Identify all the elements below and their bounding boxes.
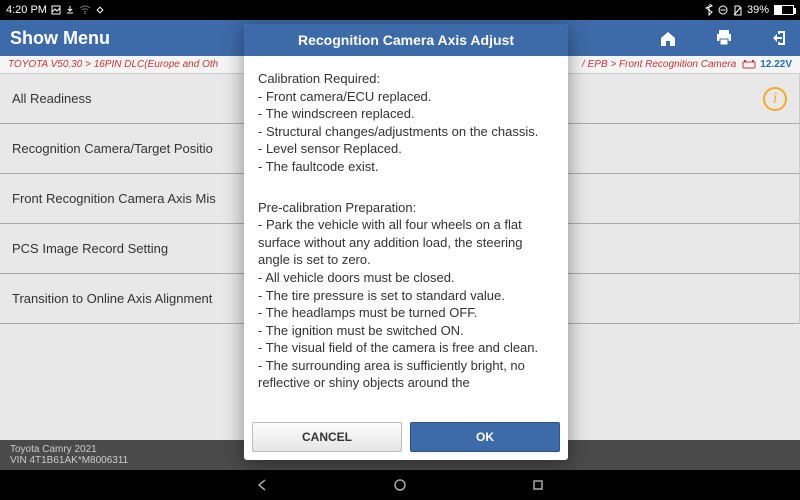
battery-volt-icon bbox=[742, 60, 756, 69]
recent-icon[interactable] bbox=[529, 476, 547, 494]
dialog-text: - Level sensor Replaced. bbox=[258, 140, 554, 158]
dialog-title: Recognition Camera Axis Adjust bbox=[244, 24, 568, 56]
dialog-text: - The faultcode exist. bbox=[258, 158, 554, 176]
breadcrumb-right: / EPB > Front Recognition Camera bbox=[582, 59, 736, 70]
dialog-text: - All vehicle doors must be closed. bbox=[258, 269, 554, 287]
dnd-icon bbox=[718, 5, 728, 15]
dialog-text: - The tire pressure is set to standard v… bbox=[258, 287, 554, 305]
app-bar-actions bbox=[658, 28, 790, 48]
dialog-text: - Structural changes/adjustments on the … bbox=[258, 123, 554, 141]
back-icon[interactable] bbox=[253, 476, 271, 494]
cancel-button[interactable]: CANCEL bbox=[252, 422, 402, 452]
exit-icon[interactable] bbox=[770, 28, 790, 48]
image-icon bbox=[51, 5, 61, 15]
wifi-icon bbox=[79, 5, 91, 15]
app-root: 4:20 PM 39% bbox=[0, 0, 800, 500]
status-bar: 4:20 PM 39% bbox=[0, 0, 800, 20]
diamond-icon bbox=[95, 5, 105, 15]
nosim-icon bbox=[733, 5, 742, 16]
dialog-text: - Park the vehicle with all four wheels … bbox=[258, 216, 554, 269]
download-icon bbox=[65, 5, 75, 15]
dialog-text: - The surrounding area is sufficiently b… bbox=[258, 357, 554, 392]
dialog-text: - Front camera/ECU replaced. bbox=[258, 88, 554, 106]
breadcrumb-left: TOYOTA V50.30 > 16PIN DLC(Europe and Oth bbox=[8, 59, 218, 70]
status-left: 4:20 PM bbox=[6, 4, 105, 16]
battery-percent: 39% bbox=[747, 4, 769, 16]
dialog-text: - The windscreen replaced. bbox=[258, 105, 554, 123]
dialog-body: Calibration Required: - Front camera/ECU… bbox=[244, 56, 568, 416]
info-icon[interactable]: i bbox=[763, 87, 787, 111]
home-icon[interactable] bbox=[658, 28, 678, 48]
battery-icon bbox=[774, 5, 794, 15]
home-nav-icon[interactable] bbox=[391, 476, 409, 494]
ok-button[interactable]: OK bbox=[410, 422, 560, 452]
section-title: Pre-calibration Preparation: bbox=[258, 199, 554, 217]
status-right: 39% bbox=[705, 4, 794, 16]
dialog-text: - The ignition must be switched ON. bbox=[258, 322, 554, 340]
android-nav-bar bbox=[0, 470, 800, 500]
dialog-buttons: CANCEL OK bbox=[244, 416, 568, 460]
status-time: 4:20 PM bbox=[6, 4, 47, 16]
voltage-display: 12.22V bbox=[742, 59, 792, 70]
dialog-text: - The headlamps must be turned OFF. bbox=[258, 304, 554, 322]
dialog: Recognition Camera Axis Adjust Calibrati… bbox=[244, 24, 568, 460]
bluetooth-icon bbox=[705, 4, 713, 16]
app-bar-title: Show Menu bbox=[10, 28, 110, 49]
dialog-text: - The visual field of the camera is free… bbox=[258, 339, 554, 357]
print-icon[interactable] bbox=[714, 28, 734, 48]
section-title: Calibration Required: bbox=[258, 70, 554, 88]
